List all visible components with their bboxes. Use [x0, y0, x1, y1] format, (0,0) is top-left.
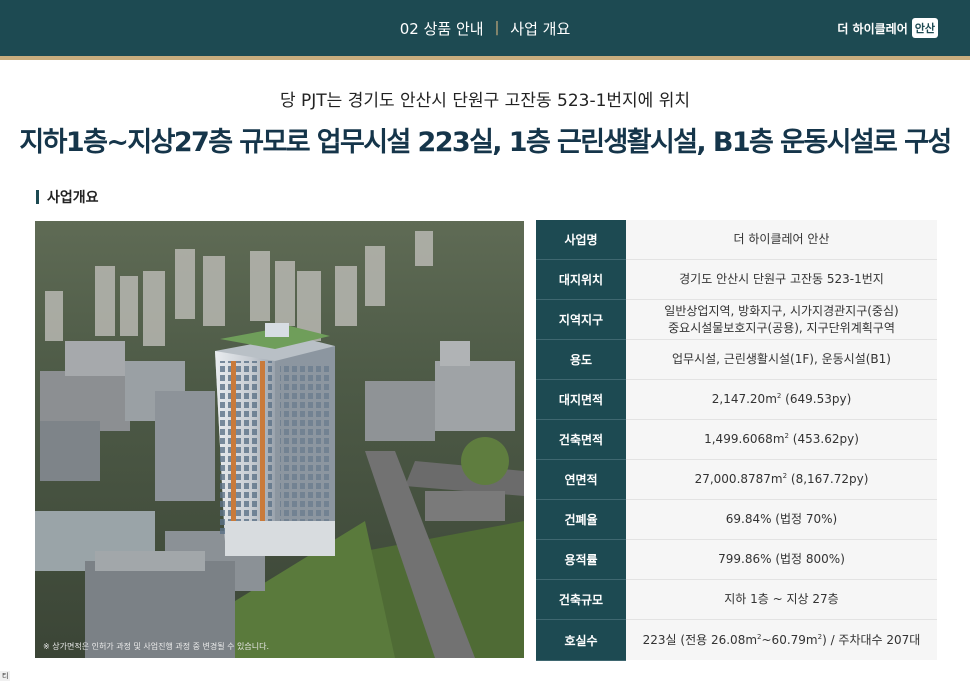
row-value-text: 799.86% (법정 800%) — [718, 552, 845, 567]
aerial-view-illustration — [35, 221, 524, 658]
row-value-line-2: 중요시설물보호지구(공용), 지구단위계획구역 — [668, 320, 895, 335]
row-value-text: 경기도 안산시 단원구 고잔동 523-1번지 — [679, 272, 884, 287]
row-value: 업무시설, 근린생활시설(1F), 운동시설(B1) — [626, 340, 937, 379]
table-row: 용도 업무시설, 근린생활시설(1F), 운동시설(B1) — [536, 340, 937, 380]
page-subtitle: 당 PJT는 경기도 안산시 단원구 고잔동 523-1번지에 위치 — [279, 91, 691, 111]
table-row: 호실수 223실 (전용 26.08m2~60.79m2) / 주차대수 207… — [536, 620, 937, 661]
breadcrumb-page[interactable]: 사업 개요 — [510, 18, 570, 39]
row-value: 69.84% (법정 70%) — [626, 500, 937, 539]
row-value-text: 69.84% (법정 70%) — [725, 512, 838, 527]
row-label: 지역지구 — [536, 300, 626, 340]
row-value: 경기도 안산시 단원구 고잔동 523-1번지 — [626, 260, 937, 299]
row-value-text: 2,147.20m2 (649.53py) — [711, 392, 852, 407]
header-accent-line — [0, 56, 970, 60]
row-label: 연면적 — [536, 460, 626, 500]
table-row: 대지위치 경기도 안산시 단원구 고잔동 523-1번지 — [536, 260, 937, 300]
row-value: 223실 (전용 26.08m2~60.79m2) / 주차대수 207대 — [626, 620, 937, 660]
row-value-text: 1,499.6068m2 (453.62py) — [704, 432, 859, 447]
row-value-text: 업무시설, 근린생활시설(1F), 운동시설(B1) — [672, 352, 891, 367]
row-label: 대지면적 — [536, 380, 626, 420]
row-value-text: 더 하이클레어 안산 — [733, 232, 830, 247]
row-label: 용적률 — [536, 540, 626, 580]
row-value: 799.86% (법정 800%) — [626, 540, 937, 579]
row-label: 용도 — [536, 340, 626, 380]
photo-disclaimer: ※ 상가면적은 인허가 과정 및 사업진행 과정 중 변경될 수 있습니다. — [43, 642, 270, 651]
row-label: 호실수 — [536, 620, 626, 661]
row-value-text: 223실 (전용 26.08m2~60.79m2) / 주차대수 207대 — [642, 632, 921, 647]
row-value-text: 27,000.8787m2 (8,167.72py) — [694, 472, 869, 487]
brand-name: 더 하이클레어 — [837, 21, 908, 36]
row-label: 사업명 — [536, 220, 626, 260]
project-overview-table: 사업명 더 하이클레어 안산 대지위치 경기도 안산시 단원구 고잔동 523-… — [536, 220, 937, 661]
row-value-line-1: 일반상업지역, 방화지구, 시가지경관지구(중심) — [664, 304, 899, 319]
brand-logo[interactable]: 더 하이클레어 안산 — [837, 18, 938, 38]
section-heading: 사업개요 — [36, 187, 99, 207]
row-value: 일반상업지역, 방화지구, 시가지경관지구(중심) 중요시설물보호지구(공용),… — [626, 300, 937, 339]
row-label: 건폐율 — [536, 500, 626, 540]
row-value: 1,499.6068m2 (453.62py) — [626, 420, 937, 459]
brand-badge: 안산 — [911, 18, 938, 38]
table-row: 건축면적 1,499.6068m2 (453.62py) — [536, 420, 937, 460]
building-rendering-image: ※ 상가면적은 인허가 과정 및 사업진행 과정 중 변경될 수 있습니다. — [35, 221, 524, 658]
breadcrumb-separator: | — [494, 20, 500, 36]
section-heading-label: 사업개요 — [47, 190, 99, 206]
table-row: 지역지구 일반상업지역, 방화지구, 시가지경관지구(중심) 중요시설물보호지구… — [536, 300, 937, 340]
corner-label: 티 — [0, 671, 11, 681]
table-row: 용적률 799.86% (법정 800%) — [536, 540, 937, 580]
row-label: 대지위치 — [536, 260, 626, 300]
section-heading-bar — [36, 190, 39, 204]
row-label: 건축규모 — [536, 580, 626, 620]
breadcrumb-section[interactable]: 02 상품 안내 — [400, 18, 484, 39]
table-row: 사업명 더 하이클레어 안산 — [536, 220, 937, 260]
row-value-text: 지하 1층 ~ 지상 27층 — [724, 592, 839, 607]
row-value: 지하 1층 ~ 지상 27층 — [626, 580, 937, 619]
table-row: 대지면적 2,147.20m2 (649.53py) — [536, 380, 937, 420]
page-title: 지하1층~지상27층 규모로 업무시설 223실, 1층 근린생활시설, B1층… — [19, 127, 952, 158]
table-row: 연면적 27,000.8787m2 (8,167.72py) — [536, 460, 937, 500]
table-row: 건폐율 69.84% (법정 70%) — [536, 500, 937, 540]
row-value: 더 하이클레어 안산 — [626, 220, 937, 259]
breadcrumb: 02 상품 안내 | 사업 개요 — [0, 0, 970, 56]
row-label: 건축면적 — [536, 420, 626, 460]
table-row: 건축규모 지하 1층 ~ 지상 27층 — [536, 580, 937, 620]
row-value: 2,147.20m2 (649.53py) — [626, 380, 937, 419]
row-value: 27,000.8787m2 (8,167.72py) — [626, 460, 937, 499]
